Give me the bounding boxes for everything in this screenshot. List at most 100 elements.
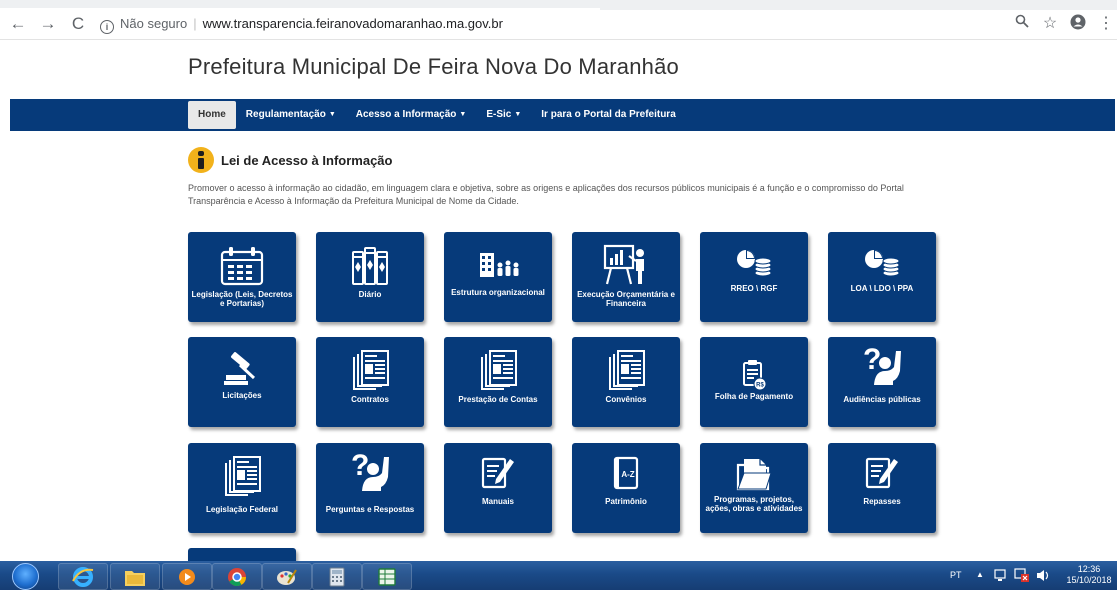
tile-label: Diário [358,290,382,299]
security-label[interactable]: Não seguro [120,16,187,31]
tab-strip [0,0,1117,10]
tile-label: Licitações [222,391,262,400]
info-icon[interactable]: i [100,20,114,34]
chrome-icon[interactable] [212,563,262,590]
calendar-icon [188,242,296,286]
tile-programas-projetos[interactable]: Programas, projetos, ações, obras e ativ… [700,443,808,533]
caret-down-icon: ▼ [328,111,336,118]
forward-icon[interactable]: → [38,14,58,34]
clock-date: 15/10/2018 [1066,575,1112,585]
svg-text:?: ? [351,449,369,482]
url-text[interactable]: www.transparencia.feiranovadomaranhao.ma… [203,16,503,31]
svg-text:?: ? [863,343,881,376]
tile-label: Legislação Federal [205,505,279,514]
organization-icon [444,236,552,280]
tile-execucao-orcamentaria[interactable]: Execução Orçamentária e Financeira [572,232,680,322]
documents-icon [316,347,424,391]
star-icon[interactable]: ☆ [1040,14,1060,34]
tile-diario[interactable]: Diário [316,232,424,322]
url-separator: | [193,16,197,31]
windows-taskbar: PT ▲ 12:36 15/10/2018 [0,561,1117,590]
tile-legislacao-federal[interactable]: Legislação Federal [188,443,296,533]
profile-icon[interactable] [1068,14,1088,36]
tray-expand-icon[interactable]: ▲ [976,570,984,579]
tile-label: Execução Orçamentária e Financeira [577,290,675,308]
tile-repasses[interactable]: Repasses [828,443,936,533]
menu-regulamentacao-label: Regulamentação [245,109,326,120]
tile-label: Programas, projetos, ações, obras e ativ… [705,495,803,513]
coins-chart-icon [700,234,808,278]
reload-icon[interactable]: C [68,14,88,34]
language-indicator[interactable]: PT [950,570,962,580]
tile-loa-ldo-ppa[interactable]: LOA \ LDO \ PPA [828,232,936,322]
caret-down-icon: ▼ [514,111,522,118]
menu-portal-prefeitura[interactable]: Ir para o Portal da Prefeitura [531,99,686,131]
address-bar: ← → C i Não seguro | www.transparencia.feir… [0,10,1117,40]
menu-dots-icon[interactable]: ⋮ [1098,14,1114,34]
main-menu: Home Regulamentação ▼ Acesso a Informação… [188,99,686,131]
zoom-icon[interactable] [1012,14,1032,34]
excel-icon[interactable] [362,563,412,590]
tile-estrutura-organizacional[interactable]: Estrutura organizacional [444,232,552,322]
network-warning-icon[interactable] [1014,568,1030,583]
explorer-folder-icon[interactable] [110,563,160,590]
edit-document-icon [828,447,936,491]
clock[interactable]: 12:36 15/10/2018 [1064,564,1114,586]
ie-icon[interactable] [58,563,108,590]
book-az-text: A-Z [621,470,634,479]
menu-esic-label: E-Sic [486,109,512,120]
main-navbar: Home Regulamentação ▼ Acesso a Informação… [10,99,1115,131]
tile-perguntas-respostas[interactable]: ? Perguntas e Respostas [316,443,424,533]
tile-label: Convênios [605,395,647,404]
tile-rreo-rgf[interactable]: RREO \ RGF [700,232,808,322]
media-player-icon[interactable] [162,563,212,590]
tile-label: Repasses [863,497,901,506]
documents-icon [188,453,296,497]
tile-patrimonio[interactable]: A-Z Patrimônio [572,443,680,533]
clipboard-money-icon: R$ [700,349,808,393]
gavel-icon [188,343,296,387]
tile-label: Contratos [351,395,389,404]
menu-acesso-informacao[interactable]: Acesso a Informação ▼ [346,99,477,131]
site-title: Prefeitura Municipal De Feira Nova Do Ma… [188,54,679,79]
menu-home[interactable]: Home [188,101,236,129]
tile-folha-pagamento[interactable]: R$ Folha de Pagamento [700,337,808,427]
tile-label: Prestação de Contas [458,395,538,404]
caret-down-icon: ▼ [459,111,467,118]
menu-esic[interactable]: E-Sic ▼ [476,99,531,131]
menu-acesso-label: Acesso a Informação [355,109,457,120]
tile-label: Legislação (Leis, Decretos e Portarias) [191,290,293,308]
calculator-icon[interactable] [312,563,362,590]
tile-manuais[interactable]: Manuais [444,443,552,533]
back-icon[interactable]: ← [8,14,28,34]
tile-prestacao-contas[interactable]: Prestação de Contas [444,337,552,427]
documents-icon [572,347,680,391]
action-center-icon[interactable] [994,569,1008,582]
menu-regulamentacao[interactable]: Regulamentação ▼ [236,99,346,131]
books-icon [316,242,424,286]
documents-icon [444,347,552,391]
tile-label: Manuais [481,497,514,506]
tile-label: Folha de Pagamento [714,392,794,401]
paint-icon[interactable] [262,563,312,590]
tile-contratos[interactable]: Contratos [316,337,424,427]
tile-label: Perguntas e Respostas [325,505,415,514]
tile-label: LOA \ LDO \ PPA [850,284,914,293]
info-icon [188,147,214,173]
url-field[interactable]: i Não seguro | www.transparencia.feiranovad… [100,13,503,35]
coins-chart-icon [828,234,936,278]
edit-document-icon [444,447,552,491]
folder-icon [700,449,808,493]
tile-convenios[interactable]: Convênios [572,337,680,427]
question-person-icon: ? [316,449,424,493]
tile-legislacao[interactable]: Legislação (Leis, Decretos e Portarias) [188,232,296,322]
tile-label: Audiências públicas [843,395,921,404]
start-button[interactable] [12,563,39,590]
book-az-icon: A-Z [572,447,680,491]
tile-audiencias-publicas[interactable]: ? Audiências públicas [828,337,936,427]
section-title: Lei de Acesso à Informação [221,152,393,168]
tile-licitacoes[interactable]: Licitações [188,337,296,427]
tile-label: RREO \ RGF [730,284,778,293]
clock-time: 12:36 [1077,564,1101,574]
volume-icon[interactable] [1036,569,1052,582]
